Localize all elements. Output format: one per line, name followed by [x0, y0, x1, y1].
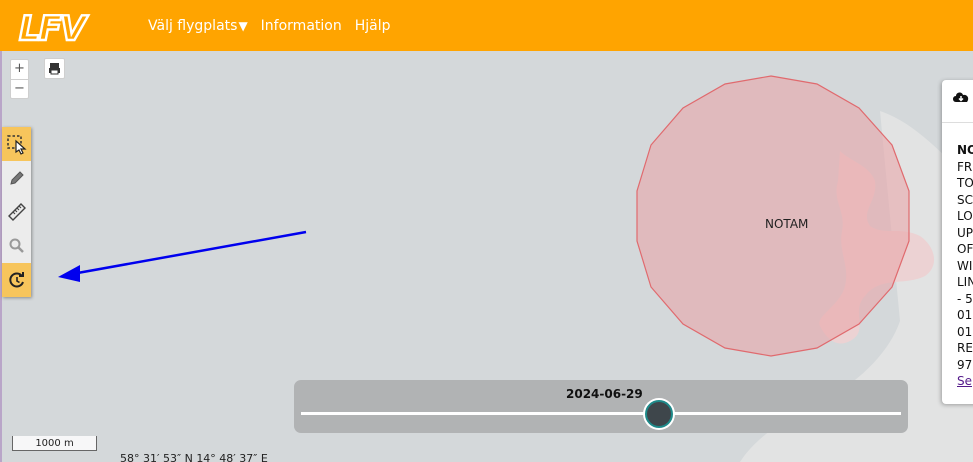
select-area-icon [6, 135, 27, 155]
print-button[interactable] [44, 58, 65, 79]
notam-line: WI [957, 258, 973, 273]
nav-select-airport[interactable]: Välj flygplats▼ [148, 18, 248, 34]
map-toolbar [2, 127, 31, 297]
annotation-arrow-line [71, 230, 307, 276]
scale-bar: 1000 m [12, 436, 97, 451]
notam-more-link[interactable]: Se [957, 373, 973, 390]
annotation-arrow-head [58, 265, 80, 282]
ruler-icon [7, 203, 26, 221]
notam-area[interactable] [636, 75, 910, 357]
search-tool-button[interactable] [2, 229, 31, 263]
notam-line: - 5 [957, 291, 973, 306]
notam-line: 01 [957, 324, 973, 339]
notam-line: TO [957, 176, 973, 190]
notam-line: OF [957, 242, 973, 256]
main-nav: Välj flygplats▼ Information Hjälp [148, 0, 404, 51]
zoom-out-button[interactable]: − [11, 79, 28, 98]
cloud-download-icon[interactable] [951, 89, 971, 105]
timeline-track[interactable] [301, 412, 901, 415]
notam-line: RE [957, 341, 973, 355]
cursor-coordinates: 58° 31′ 53″ N 14° 48′ 37″ E [120, 452, 268, 462]
pencil-icon [9, 171, 24, 185]
notam-info-panel: NO FR TO SC LO UP OF WI LIN - 5 01 01 RE… [942, 80, 973, 404]
caret-down-icon: ▼ [238, 18, 248, 33]
notam-line: UP [957, 225, 973, 240]
nav-information[interactable]: Information [261, 18, 342, 34]
timeline-date: 2024-06-29 [566, 387, 643, 401]
panel-divider [942, 122, 973, 123]
search-icon [9, 238, 24, 253]
notam-line: SC [957, 192, 973, 207]
notam-label: NOTAM [765, 217, 809, 231]
draw-tool-button[interactable] [2, 161, 31, 195]
nav-select-airport-label: Välj flygplats [148, 17, 238, 34]
printer-icon [49, 63, 60, 75]
notam-line: NO [957, 143, 973, 157]
notam-line: 97 [957, 357, 973, 372]
timeline-slider-handle[interactable] [645, 400, 673, 428]
history-icon [8, 272, 24, 288]
notam-text: NO FR TO SC LO UP OF WI LIN - 5 01 01 RE… [957, 142, 973, 390]
zoom-in-button[interactable]: + [11, 60, 28, 79]
lfv-logo[interactable]: LFV [17, 8, 97, 46]
measure-tool-button[interactable] [2, 195, 31, 229]
notam-line: LIN [957, 275, 973, 289]
history-tool-button[interactable] [2, 263, 31, 297]
timeline-control: 2024-06-29 [294, 380, 908, 433]
nav-help[interactable]: Hjälp [355, 18, 391, 34]
app-header: LFV Välj flygplats▼ Information Hjälp [0, 0, 973, 51]
notam-line: FR [957, 159, 973, 174]
zoom-control: + − [10, 59, 29, 99]
svg-text:LFV: LFV [19, 9, 89, 46]
notam-line: LO [957, 209, 973, 223]
notam-line: 01 [957, 308, 973, 322]
select-tool-button[interactable] [2, 127, 31, 161]
